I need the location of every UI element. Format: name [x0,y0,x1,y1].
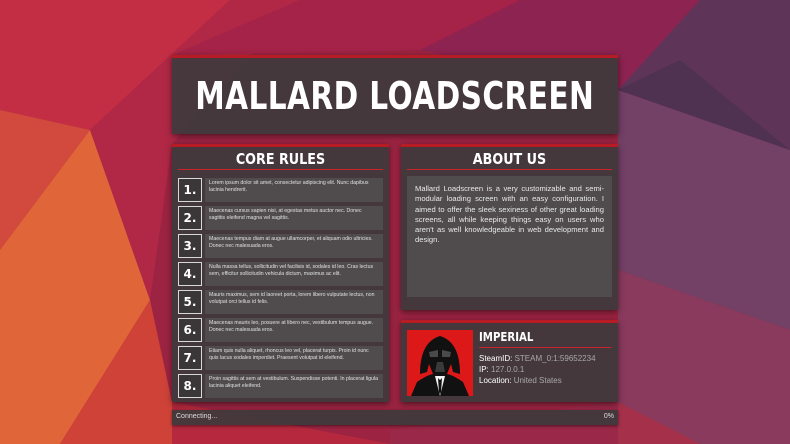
player-name: IMPERIAL [479,330,534,344]
location-row: Location: United States [479,375,611,386]
location-label: Location: [479,376,512,385]
page-title: MALLARD LOADSCREEN [195,74,595,118]
darth-vader-avatar-icon [407,330,473,396]
about-us-heading: ABOUT US [472,150,547,168]
rule-number: 2. [178,206,202,230]
rule-text: Nulla massa tellus, sollicitudin vel fac… [205,262,383,286]
rule-item: 7. Etiam quis nulla aliquet, rhoncus leo … [178,346,383,370]
about-us-panel: ABOUT US Mallard Loadscreen is a very cu… [401,144,618,310]
rule-number: 4. [178,262,202,286]
player-name-divider [479,347,611,348]
steamid-row: SteamID: STEAM_0:1:59652234 [479,353,611,364]
rule-number: 5. [178,290,202,314]
rule-item: 5. Mauris maximus, sem id laoreet porta, … [178,290,383,314]
rule-text: Proin sagittis at sem at vestibulum. Sus… [205,374,383,398]
connection-status-text: Connecting... [176,413,218,420]
rule-item: 8. Proin sagittis at sem at vestibulum. S… [178,374,383,398]
progress-percent: 0% [603,413,614,420]
rule-number: 1. [178,178,202,202]
about-us-text: Mallard Loadscreen is a very customizabl… [407,176,612,297]
rule-number: 3. [178,234,202,258]
rule-item: 6. Maecenas mauris leo, posuere at libero… [178,318,383,342]
rule-item: 4. Nulla massa tellus, sollicitudin vel f… [178,262,383,286]
player-profile-panel: IMPERIAL SteamID: STEAM_0:1:59652234 IP:… [401,320,618,402]
location-value: United States [513,376,562,385]
rule-text: Maecenas tempus diam at augue ullamcorpe… [205,234,383,258]
player-info: IMPERIAL SteamID: STEAM_0:1:59652234 IP:… [479,330,611,386]
rule-item: 2. Maecenas cursus sapien nisi, at egesta… [178,206,383,230]
rule-item: 1. Lorem ipsum dolor sit amet, consectetu… [178,178,383,202]
rule-text: Etiam quis nulla aliquet, rhoncus leo ve… [205,346,383,370]
steamid-value: STEAM_0:1:59652234 [514,354,596,363]
steamid-label: SteamID: [479,354,513,363]
ip-row: IP: 127.0.0.1 [479,364,611,375]
rule-item: 3. Maecenas tempus diam at augue ullamcor… [178,234,383,258]
rule-text: Mauris maximus, sem id laoreet porta, lo… [205,290,383,314]
rule-number: 8. [178,374,202,398]
title-panel: MALLARD LOADSCREEN [172,55,618,134]
core-rules-heading: CORE RULES [235,150,326,168]
rule-text: Lorem ipsum dolor sit amet, consectetur … [205,178,383,202]
core-rules-panel: CORE RULES 1. Lorem ipsum dolor sit amet,… [172,144,389,402]
heading-divider [407,169,612,170]
heading-divider [178,169,383,170]
ip-label: IP: [479,365,489,374]
rule-number: 7. [178,346,202,370]
rule-text: Maecenas cursus sapien nisi, at egestas … [205,206,383,230]
ip-value: 127.0.0.1 [491,365,525,374]
rule-text: Maecenas mauris leo, posuere at libero n… [205,318,383,342]
loading-progress-bar: Connecting... 0% [172,410,618,425]
rule-number: 6. [178,318,202,342]
